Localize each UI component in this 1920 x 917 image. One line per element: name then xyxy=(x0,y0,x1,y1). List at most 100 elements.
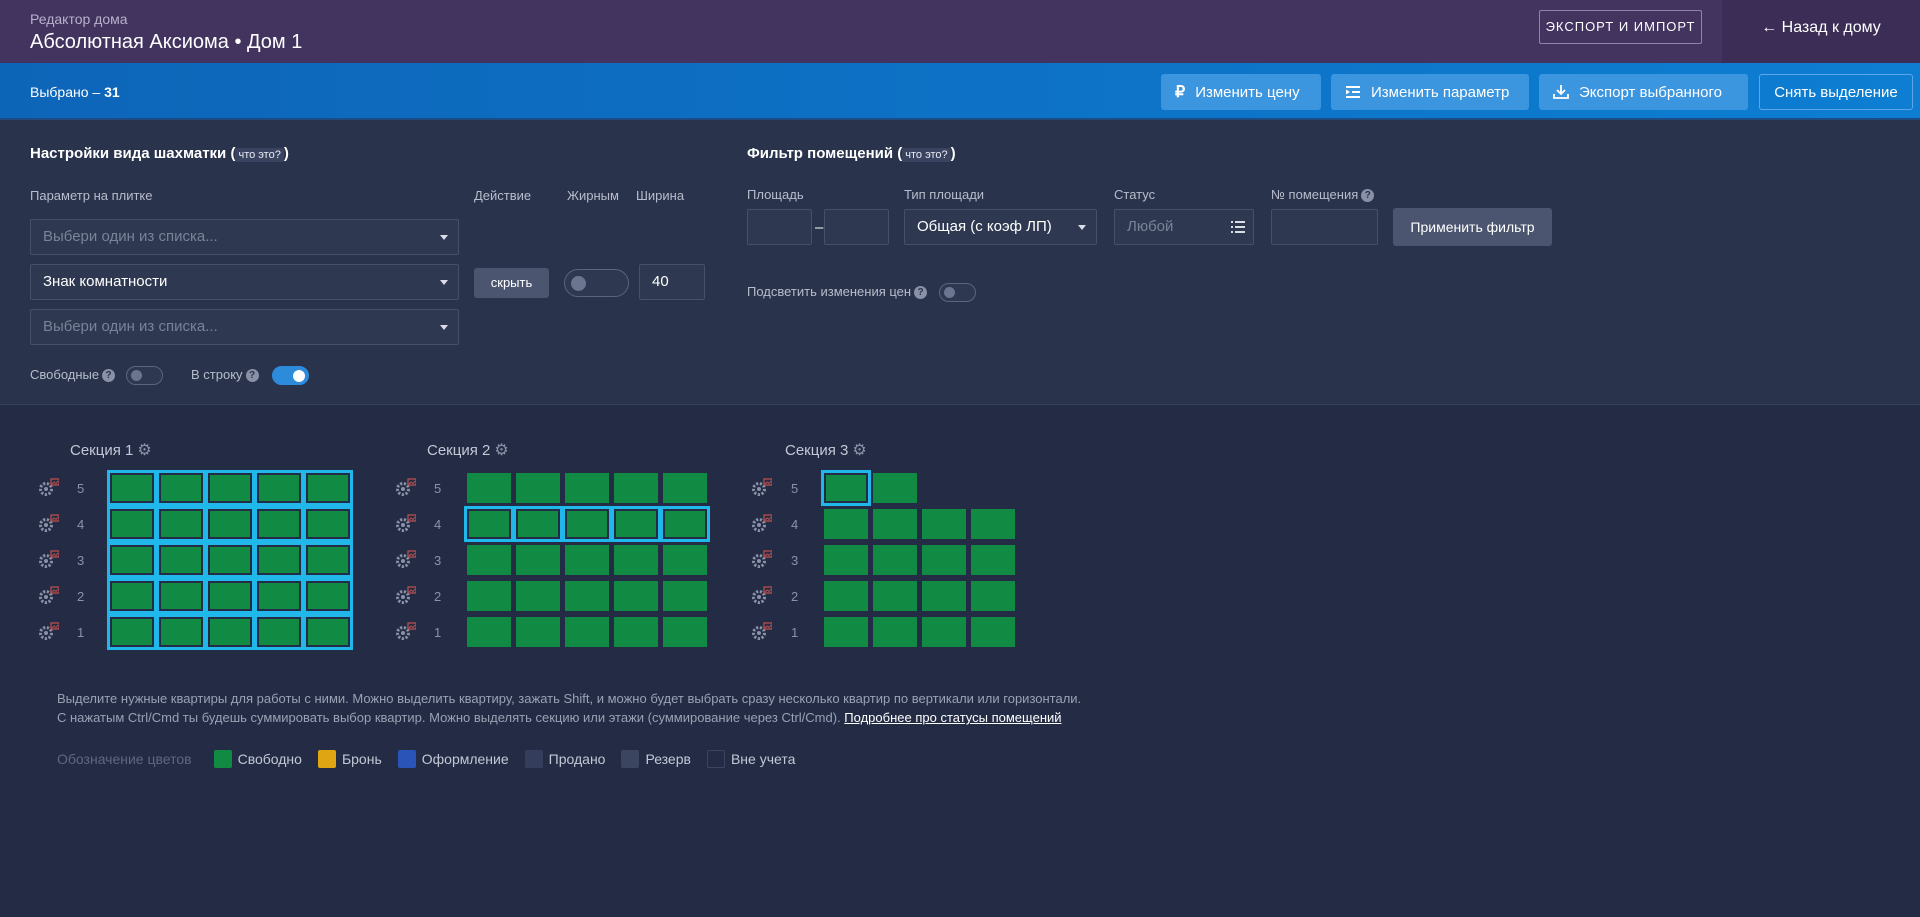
apartment-cell[interactable] xyxy=(303,470,353,506)
apartment-cell[interactable] xyxy=(663,545,707,575)
apartment-cell[interactable] xyxy=(614,473,658,503)
floor-settings-icon[interactable] xyxy=(750,514,773,534)
inline-toggle[interactable] xyxy=(272,366,309,385)
apartment-cell[interactable] xyxy=(303,578,353,614)
floor-settings-icon[interactable] xyxy=(394,550,417,570)
floor-settings-icon[interactable] xyxy=(750,586,773,606)
area-min-input[interactable] xyxy=(747,209,812,245)
floor-number[interactable]: 5 xyxy=(434,481,441,496)
floor-number[interactable]: 1 xyxy=(77,625,84,640)
apartment-cell[interactable] xyxy=(205,470,255,506)
help-icon[interactable]: ? xyxy=(1361,189,1375,203)
apartment-cell[interactable] xyxy=(254,542,304,578)
floor-settings-icon[interactable] xyxy=(394,478,417,498)
bold-toggle[interactable] xyxy=(564,269,629,297)
floor-settings-icon[interactable] xyxy=(37,550,60,570)
apartment-cell[interactable] xyxy=(824,617,868,647)
apartment-cell[interactable] xyxy=(824,581,868,611)
apartment-cell[interactable] xyxy=(971,581,1015,611)
apartment-cell[interactable] xyxy=(516,545,560,575)
apartment-cell[interactable] xyxy=(821,470,871,506)
help-icon[interactable]: ? xyxy=(914,286,928,300)
apartment-cell[interactable] xyxy=(614,617,658,647)
apartment-cell[interactable] xyxy=(107,614,157,650)
apartment-cell[interactable] xyxy=(156,470,206,506)
apartment-cell[interactable] xyxy=(663,617,707,647)
apartment-cell[interactable] xyxy=(254,578,304,614)
apartment-cell[interactable] xyxy=(922,509,966,539)
floor-number[interactable]: 1 xyxy=(791,625,798,640)
hide-button[interactable]: скрыть xyxy=(474,268,549,298)
apartment-cell[interactable] xyxy=(873,509,917,539)
apartment-cell[interactable] xyxy=(922,581,966,611)
apartment-cell[interactable] xyxy=(467,617,511,647)
floor-number[interactable]: 4 xyxy=(791,517,798,532)
apartment-cell[interactable] xyxy=(971,617,1015,647)
apartment-cell[interactable] xyxy=(467,581,511,611)
apartment-cell[interactable] xyxy=(205,542,255,578)
apartment-cell[interactable] xyxy=(156,506,206,542)
width-input[interactable]: 40 xyxy=(639,264,705,300)
floor-settings-icon[interactable] xyxy=(394,514,417,534)
section-title[interactable]: Секция 1 ⚙ xyxy=(70,440,152,460)
change-param-button[interactable]: Изменить параметр xyxy=(1331,74,1529,110)
apartment-cell[interactable] xyxy=(107,506,157,542)
floor-number[interactable]: 5 xyxy=(791,481,798,496)
room-number-input[interactable] xyxy=(1271,209,1378,245)
back-to-house-button[interactable]: ← Назад к дому xyxy=(1722,0,1920,63)
status-select[interactable]: Любой xyxy=(1114,209,1254,245)
apartment-cell[interactable] xyxy=(156,578,206,614)
apartment-cell[interactable] xyxy=(824,545,868,575)
export-selected-button[interactable]: Экспорт выбранного xyxy=(1539,74,1748,110)
apartment-cell[interactable] xyxy=(467,473,511,503)
apartment-cell[interactable] xyxy=(205,578,255,614)
apartment-cell[interactable] xyxy=(303,506,353,542)
floor-settings-icon[interactable] xyxy=(37,514,60,534)
apartment-cell[interactable] xyxy=(922,617,966,647)
param-select-3[interactable]: Выбери один из списка... xyxy=(30,309,459,345)
apartment-cell[interactable] xyxy=(303,614,353,650)
apartment-cell[interactable] xyxy=(562,506,612,542)
free-toggle[interactable] xyxy=(126,366,163,385)
apartment-cell[interactable] xyxy=(824,509,868,539)
apartment-cell[interactable] xyxy=(565,545,609,575)
apartment-cell[interactable] xyxy=(516,581,560,611)
apartment-cell[interactable] xyxy=(663,473,707,503)
apartment-cell[interactable] xyxy=(254,506,304,542)
param-select-2[interactable]: Знак комнатности xyxy=(30,264,459,300)
statuses-link[interactable]: Подробнее про статусы помещений xyxy=(844,710,1061,725)
apartment-cell[interactable] xyxy=(156,614,206,650)
param-select-1[interactable]: Выбери один из списка... xyxy=(30,219,459,255)
apartment-cell[interactable] xyxy=(971,545,1015,575)
apartment-cell[interactable] xyxy=(513,506,563,542)
floor-number[interactable]: 3 xyxy=(791,553,798,568)
floor-settings-icon[interactable] xyxy=(37,478,60,498)
apartment-cell[interactable] xyxy=(614,581,658,611)
section-title[interactable]: Секция 3 ⚙ xyxy=(785,440,867,460)
apartment-cell[interactable] xyxy=(254,614,304,650)
gear-icon[interactable]: ⚙ xyxy=(852,440,866,460)
floor-settings-icon[interactable] xyxy=(37,622,60,642)
apartment-cell[interactable] xyxy=(516,617,560,647)
floor-number[interactable]: 2 xyxy=(791,589,798,604)
apply-filter-button[interactable]: Применить фильтр xyxy=(1393,208,1552,246)
floor-number[interactable]: 4 xyxy=(434,517,441,532)
apartment-cell[interactable] xyxy=(663,581,707,611)
apartment-cell[interactable] xyxy=(205,506,255,542)
apartment-cell[interactable] xyxy=(922,545,966,575)
floor-number[interactable]: 1 xyxy=(434,625,441,640)
floor-settings-icon[interactable] xyxy=(37,586,60,606)
apartment-cell[interactable] xyxy=(205,614,255,650)
apartment-cell[interactable] xyxy=(107,578,157,614)
section-title[interactable]: Секция 2 ⚙ xyxy=(427,440,509,460)
floor-settings-icon[interactable] xyxy=(394,586,417,606)
apartment-cell[interactable] xyxy=(565,617,609,647)
help-icon[interactable]: ? xyxy=(245,369,259,383)
apartment-cell[interactable] xyxy=(873,473,917,503)
floor-number[interactable]: 2 xyxy=(434,589,441,604)
view-settings-whatis-link[interactable]: что это? xyxy=(235,148,284,162)
apartment-cell[interactable] xyxy=(516,473,560,503)
apartment-cell[interactable] xyxy=(107,470,157,506)
area-type-select[interactable]: Общая (с коэф ЛП) xyxy=(904,209,1097,245)
apartment-cell[interactable] xyxy=(660,506,710,542)
